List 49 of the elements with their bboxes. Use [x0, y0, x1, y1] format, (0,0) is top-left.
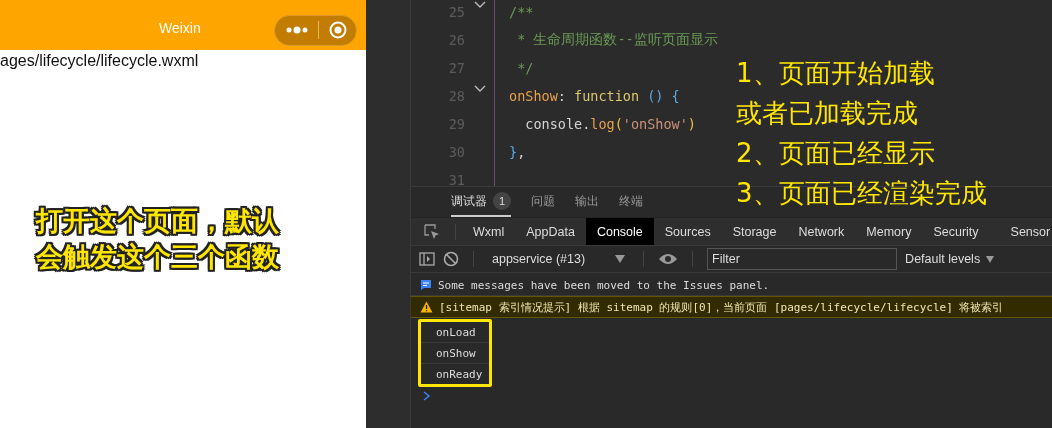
annotation-text: 3、页面已经渲染完成: [736, 177, 987, 210]
devtools-tab[interactable]: Sources: [653, 218, 722, 245]
fold-chevron-icon[interactable]: [473, 1, 486, 9]
console-log: onReady: [436, 367, 483, 381]
code-line: onShow: function () {: [509, 88, 680, 104]
devtools-tab[interactable]: Wxml: [462, 218, 516, 245]
clear-console-icon[interactable]: [443, 251, 459, 267]
devtools-tab[interactable]: Memory: [855, 218, 923, 245]
panel-tab[interactable]: 输出: [575, 187, 599, 217]
annotation-text: 1、页面开始加载: [736, 57, 936, 90]
panel-tab[interactable]: 终端: [619, 187, 643, 217]
message-icon: [420, 279, 432, 291]
console-log: onShow: [436, 346, 476, 360]
code-line: * 生命周期函数--监听页面显示: [516, 31, 718, 49]
inspect-cursor-icon[interactable]: [423, 222, 441, 241]
annotation-text: 或者已加载完成: [736, 97, 919, 130]
panel-tab[interactable]: 问题: [531, 187, 555, 217]
devtools-tab[interactable]: Console: [585, 218, 654, 245]
devtools-tab[interactable]: Network: [787, 218, 856, 245]
console-log: onLoad: [436, 325, 476, 339]
close-target-icon[interactable]: [329, 21, 347, 39]
count-badge: 1: [493, 192, 511, 210]
code-line: /**: [509, 4, 534, 20]
warning-icon: [420, 301, 433, 313]
capsule-button[interactable]: [274, 14, 357, 46]
console-message: Some messages have been moved to the Issues panel.: [438, 278, 770, 292]
code-line: */: [516, 60, 534, 76]
devtools-tab[interactable]: Security: [922, 218, 990, 245]
sidebar-toggle-icon[interactable]: [419, 252, 435, 266]
prompt-chevron-icon[interactable]: [423, 391, 431, 401]
nav-title: Weixin: [159, 20, 201, 36]
devtools-tab[interactable]: AppData: [515, 218, 586, 245]
levels-dropdown[interactable]: Default levels: [905, 252, 995, 266]
dropdown-caret-icon: [986, 255, 995, 263]
annotation-text: 会触发这个三个函数: [36, 240, 280, 274]
annotation-text: 2、页面已经显示: [736, 137, 936, 170]
annotation-text: 打开这个页面，默认: [36, 204, 280, 238]
eye-icon[interactable]: [658, 252, 679, 266]
devtools-tab[interactable]: Sensor: [999, 218, 1052, 245]
page-path: ages/lifecycle/lifecycle.wxml: [0, 51, 200, 70]
code-line: console.log('onShow'): [524, 116, 696, 132]
context-dropdown[interactable]: appservice (#13): [488, 252, 630, 266]
fold-chevron-icon[interactable]: [473, 85, 486, 93]
devtools-tab[interactable]: Storage: [721, 218, 788, 245]
dropdown-caret-icon: [615, 255, 626, 263]
code-line: },: [509, 144, 526, 160]
console-message: [sitemap 索引情况提示] 根据 sitemap 的规则[0]，当前页面 [pages/lifecycle/lifecycle] 将被索引: [439, 299, 1004, 315]
filter-input[interactable]: Filter: [707, 248, 898, 270]
more-dots-icon[interactable]: [286, 26, 308, 34]
